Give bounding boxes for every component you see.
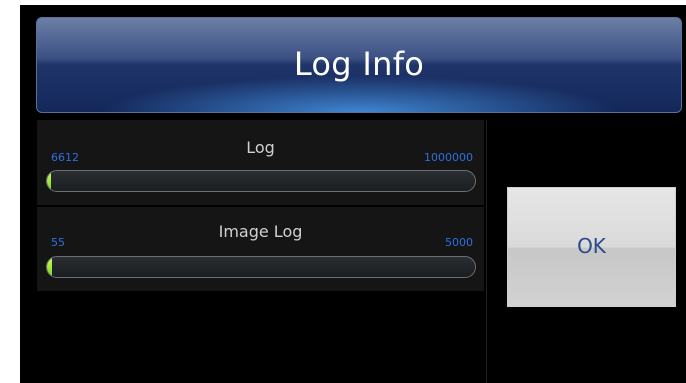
log-row-log: Log 6612 1000000 [37,120,484,204]
title-bar: Log Info [36,17,682,113]
image-log-max-value: 5000 [445,236,473,249]
log-progress-fill [47,171,51,191]
image-log-progress-fill [47,257,52,277]
log-label: Log [246,138,275,157]
log-progress-bar [46,170,476,192]
log-info-dialog: Log Info Log 6612 1000000 Image Log 55 5… [20,5,686,383]
log-row-image-log: Image Log 55 5000 [37,207,484,291]
ok-button-label: OK [577,234,606,258]
image-log-current-value: 55 [51,236,65,249]
log-current-value: 6612 [51,151,79,164]
log-max-value: 1000000 [424,151,473,164]
log-panel: Log 6612 1000000 Image Log 55 5000 [37,120,484,291]
vertical-divider [486,120,487,383]
ok-button[interactable]: OK [507,187,676,307]
image-log-progress-bar [46,256,476,278]
image-log-label: Image Log [218,222,303,241]
dialog-title: Log Info [293,45,425,83]
